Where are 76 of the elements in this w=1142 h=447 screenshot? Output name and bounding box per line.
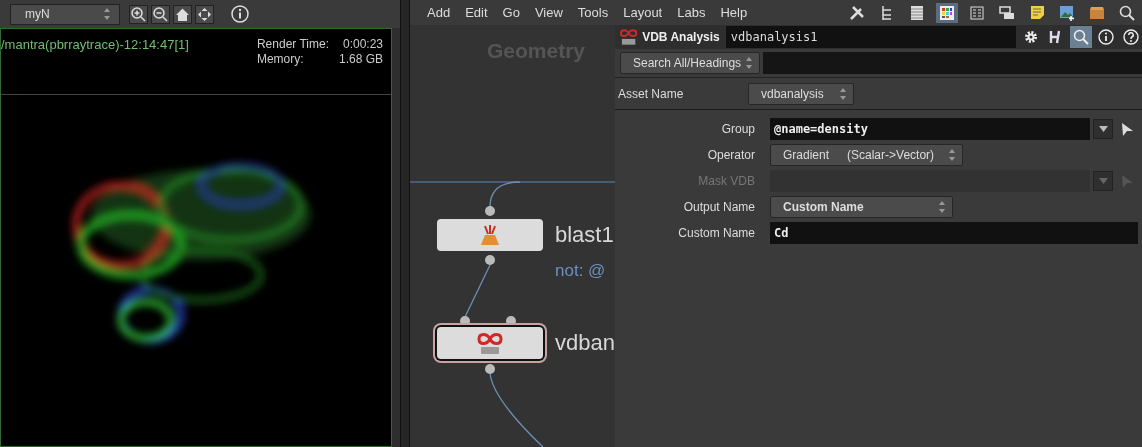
search-mode-menu[interactable]: Search All/Headings [620,52,760,74]
node-type-label: VDB Analysis [642,30,720,44]
box-icon [1089,5,1105,20]
menu-item[interactable]: Help [720,5,748,20]
field-label: Asset Name [618,87,685,101]
search-field[interactable] [763,52,1142,74]
spinner-arrows-icon [745,56,753,70]
info-button[interactable] [231,5,249,23]
output-port[interactable] [485,364,495,374]
node-comment: not: @ [555,261,606,281]
field-label: Operator [706,148,755,162]
output-port[interactable] [485,255,495,265]
zoom-in-icon [131,6,146,22]
wire [464,264,491,318]
asset-name-menu[interactable]: vdbanalysis [748,83,854,105]
view-tool-button[interactable] [129,4,148,24]
info-icon [231,5,249,23]
spinner-arrows-icon [103,7,111,21]
gear-icon [1022,28,1040,46]
spinner-arrows-icon [938,200,946,214]
input-port[interactable] [485,206,495,216]
view-tool-button[interactable] [151,4,170,24]
dropdown-button[interactable] [1093,119,1113,139]
vdb-logo-icon [619,27,639,47]
zoom-out-icon [153,6,168,22]
blast-icon [478,224,502,246]
panel-tool-button[interactable] [1095,26,1117,48]
caret-icon [1098,126,1108,132]
dropdown-menu[interactable]: Gradient (Scalar->Vector) [770,144,963,166]
node-name-field[interactable]: vdbanalysis1 [725,26,1016,48]
render-label: /mantra(pbrraytrace)-12:14:47[1] [1,37,189,54]
field-label: Mask VDB [697,174,755,188]
color-grid-icon [940,5,954,20]
menu-item[interactable]: Edit [465,5,488,20]
toolbar-button[interactable] [936,2,958,23]
vdb-logo-icon [476,331,504,355]
text-field[interactable]: Cd [770,222,1138,244]
field-label: Output Name [682,200,755,214]
text-field[interactable]: @name=density [770,118,1090,140]
menu-item[interactable]: Add [427,5,451,20]
image-icon [1059,4,1075,21]
network-box-icon [999,5,1015,20]
stat-value: 0:00:23 [341,37,383,51]
view-tool-button[interactable] [195,4,214,24]
info-icon [1098,29,1114,45]
spinner-arrows-icon [839,87,847,101]
node-name: vdban [555,330,615,356]
menu-item[interactable]: Layout [623,5,663,20]
stat-label: Memory: [256,52,305,66]
search-icon [1073,29,1089,45]
caret-icon [1098,178,1108,184]
dropdown-menu[interactable]: Custom Name [770,196,953,218]
network-node[interactable] [437,219,543,251]
stat-value: 1.68 GB [338,52,383,66]
grid-icon [970,5,984,20]
camera-menu[interactable]: myN [10,3,120,25]
menu-item[interactable]: View [534,5,563,20]
menu-item[interactable]: Tools [577,5,609,20]
node-name: blast1 [555,222,614,248]
list-icon [910,4,924,21]
search-icon [1119,4,1135,21]
field-label: Custom Name [677,226,755,240]
spinner-arrows-icon [948,148,956,162]
home-icon [175,6,190,22]
frame-arrows-icon [197,6,212,22]
tools-icon [849,4,865,21]
help-icon [1123,29,1139,45]
view-tool-button[interactable] [173,4,192,24]
field-label: Group [720,122,755,136]
panel-tool-button[interactable] [1120,26,1142,48]
pointer-arrow-icon[interactable] [1121,121,1134,137]
stat-label: Render Time: [256,37,329,51]
menu-item[interactable]: Go [502,5,520,20]
tree-icon [880,4,894,21]
sticky-note-icon [1029,5,1045,20]
menu-item[interactable]: Labs [677,5,706,20]
